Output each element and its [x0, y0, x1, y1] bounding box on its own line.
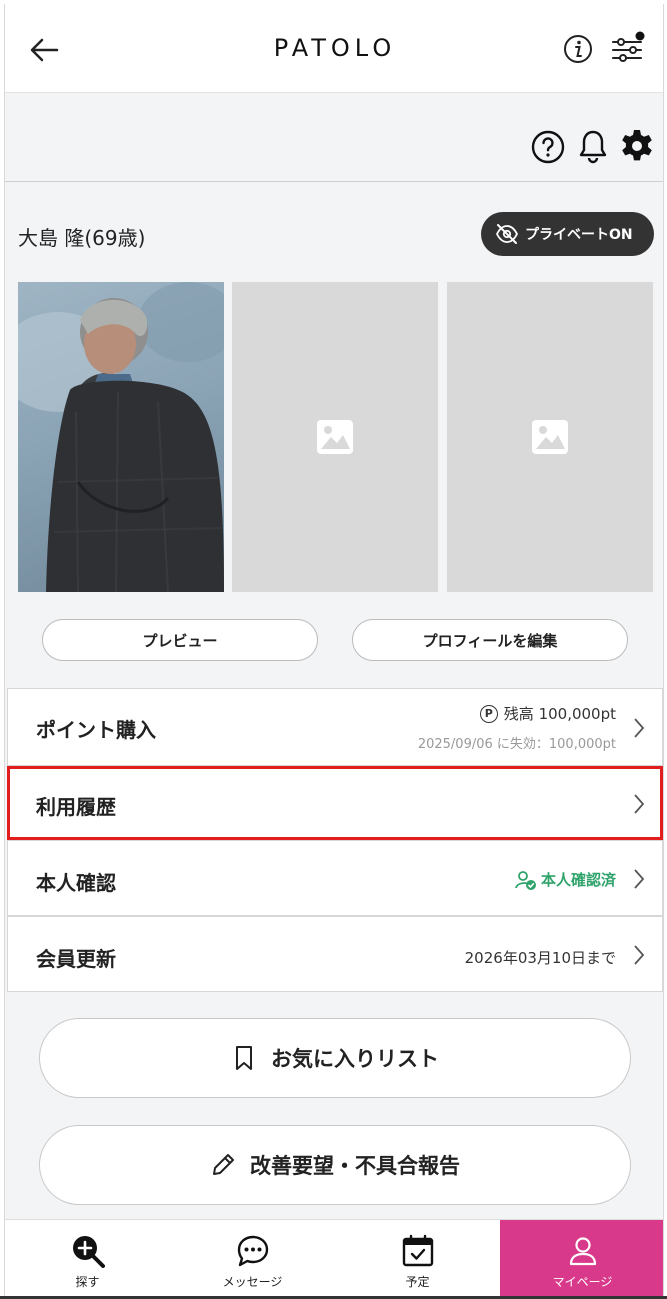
- gear-icon[interactable]: [619, 128, 655, 164]
- user-check-icon: [515, 870, 536, 890]
- private-mode-label: プライベートON: [525, 227, 633, 243]
- profile-photo-main[interactable]: [18, 282, 224, 592]
- chevron-right-icon: [634, 718, 645, 738]
- question-icon[interactable]: [531, 130, 565, 164]
- renewal-date: 2026年03月10日まで: [464, 949, 616, 967]
- info-icon[interactable]: [563, 34, 593, 64]
- bookmark-icon: [236, 1046, 252, 1070]
- man-portrait-image: [18, 282, 224, 592]
- photo-gallery: [18, 282, 654, 592]
- menu-item-label: 本人確認: [36, 871, 116, 895]
- utility-bar: [5, 94, 663, 182]
- tab-label: 予定: [405, 1275, 430, 1289]
- points-coin-icon: P: [479, 704, 498, 723]
- menu-item-points[interactable]: ポイント購入 P 残高 100,000pt 2025/09/06 に失効：100…: [7, 688, 663, 766]
- verification-status-text: 本人確認済: [540, 871, 616, 889]
- bottom-tab-bar: 探す メッセージ 予定 マイページ: [5, 1219, 663, 1296]
- profile-photo-empty[interactable]: [232, 282, 438, 592]
- profile-photo-empty[interactable]: [447, 282, 653, 592]
- eye-off-icon: [495, 224, 519, 244]
- private-mode-button[interactable]: プライベートON: [481, 212, 654, 256]
- chevron-right-icon: [634, 869, 645, 889]
- tab-label: メッセージ: [222, 1275, 283, 1289]
- points-balance: P 残高 100,000pt: [479, 703, 616, 724]
- chevron-right-icon: [634, 945, 645, 965]
- menu-item-label: 会員更新: [36, 947, 116, 971]
- pencil-icon: [213, 1154, 234, 1175]
- tab-label: 探す: [75, 1275, 100, 1289]
- edit-profile-button[interactable]: プロフィールを編集: [352, 619, 628, 661]
- tab-label: マイページ: [552, 1275, 613, 1289]
- tab-search[interactable]: 探す: [5, 1220, 170, 1296]
- top-bar: PATOLO: [5, 4, 663, 93]
- menu-item-label: ポイント購入: [36, 718, 156, 742]
- search-zoom-icon: [72, 1236, 105, 1268]
- app-frame: PATOLO 大島 隆(69歳) プライベートON プレビュー プロフィールを編…: [4, 4, 664, 1296]
- profile-name: 大島 隆(69歳): [18, 226, 146, 250]
- report-issue-label: 改善要望・不具合報告: [250, 1154, 460, 1178]
- tab-schedule[interactable]: 予定: [335, 1220, 500, 1296]
- person-icon: [569, 1237, 596, 1266]
- points-balance-text: 残高 100,000pt: [503, 705, 616, 723]
- preview-button[interactable]: プレビュー: [42, 619, 318, 661]
- points-expiry: 2025/09/06 に失効：100,000pt: [417, 737, 616, 752]
- menu-item-label: 利用履歴: [36, 795, 116, 819]
- menu-item-renewal[interactable]: 会員更新 2026年03月10日まで: [7, 916, 663, 992]
- menu-item-history[interactable]: 利用履歴: [7, 766, 663, 840]
- filter-sliders-icon[interactable]: [609, 30, 647, 68]
- chevron-right-icon: [634, 794, 645, 814]
- menu-item-verification[interactable]: 本人確認 本人確認済: [7, 840, 663, 916]
- tab-messages[interactable]: メッセージ: [170, 1220, 335, 1296]
- bell-icon[interactable]: [577, 128, 609, 164]
- image-placeholder-icon: [317, 420, 353, 454]
- chat-bubble-icon: [237, 1235, 268, 1267]
- tab-mypage[interactable]: マイページ: [500, 1220, 663, 1296]
- image-placeholder-icon: [532, 420, 568, 454]
- favorites-list-button[interactable]: お気に入りリスト: [39, 1018, 631, 1098]
- report-issue-button[interactable]: 改善要望・不具合報告: [39, 1125, 631, 1205]
- favorites-list-label: お気に入りリスト: [271, 1047, 439, 1071]
- calendar-check-icon: [402, 1234, 433, 1267]
- verification-status: 本人確認済: [515, 869, 616, 890]
